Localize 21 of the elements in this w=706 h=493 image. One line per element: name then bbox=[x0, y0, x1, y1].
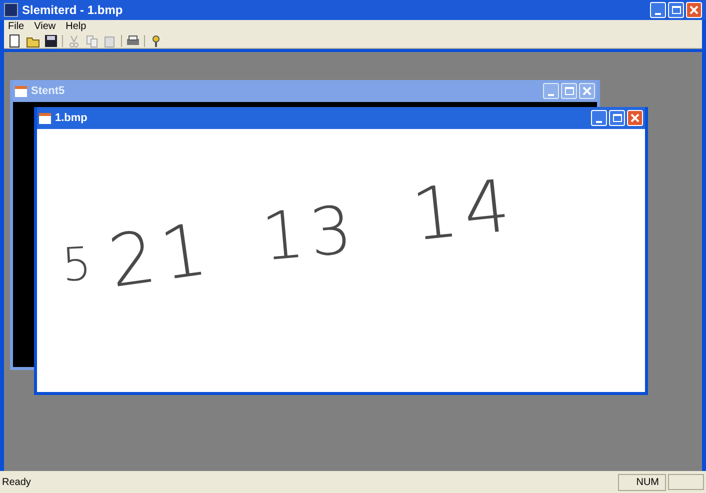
menu-item[interactable]: File bbox=[8, 22, 24, 32]
close-button[interactable] bbox=[579, 83, 595, 99]
handwritten-number: 5 bbox=[60, 240, 98, 288]
document-icon bbox=[15, 86, 27, 96]
menu-item[interactable]: Help bbox=[66, 22, 86, 32]
document-title: 1.bmp bbox=[55, 110, 88, 126]
status-indicator: NUM bbox=[618, 474, 666, 490]
maximize-button[interactable] bbox=[561, 83, 577, 99]
minimize-button[interactable] bbox=[543, 83, 559, 99]
menu-item[interactable]: View bbox=[34, 22, 56, 32]
handwritten-number: 14 bbox=[408, 168, 520, 252]
app-icon bbox=[4, 3, 18, 17]
document-icon bbox=[39, 112, 51, 124]
new-file-icon[interactable] bbox=[8, 34, 22, 48]
printer-icon[interactable] bbox=[126, 34, 140, 48]
status-pane bbox=[668, 474, 704, 490]
handwritten-number: 21 bbox=[104, 212, 218, 298]
handwritten-number: 13 bbox=[259, 196, 361, 272]
window-title: Slemiterd - 1.bmp bbox=[22, 2, 123, 19]
document-title: Stent5 bbox=[31, 84, 65, 99]
status-text: Ready bbox=[2, 476, 31, 490]
